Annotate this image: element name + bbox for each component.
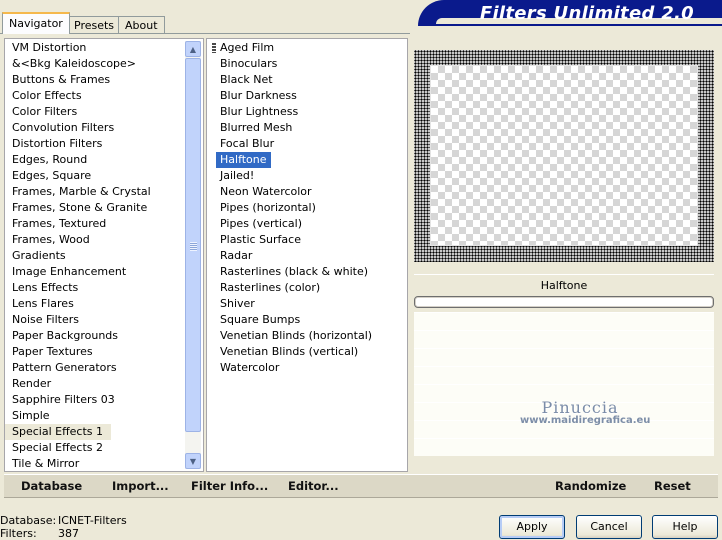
database-label: Database: [0, 514, 57, 527]
filter-item[interactable]: Blur Darkness [212, 88, 407, 104]
category-item[interactable]: Frames, Stone & Granite [5, 200, 185, 216]
filter-item[interactable]: Jailed! [212, 168, 407, 184]
category-item[interactable]: Convolution Filters [5, 120, 185, 136]
category-list[interactable]: VM Distortion &<Bkg Kaleidoscope> Buttons … [5, 39, 185, 471]
category-item[interactable]: Lens Flares [5, 296, 185, 312]
bottom-toolbar: Database Import... Filter Info... Editor… [4, 474, 718, 498]
parameter-row [414, 438, 714, 456]
status-filters: Filters: 387 [0, 527, 127, 540]
parameter-row [414, 348, 714, 366]
filter-item[interactable]: Halftone [216, 152, 271, 168]
parameter-row [414, 312, 714, 330]
watermark-url: www.maidiregrafica.eu [520, 415, 651, 426]
grip-icon [190, 242, 197, 251]
category-item[interactable]: Buttons & Frames [5, 72, 185, 88]
scrollbar-thumb[interactable] [185, 58, 201, 432]
cancel-button[interactable]: Cancel [576, 515, 642, 539]
parameter-row [414, 366, 714, 384]
tab-presets[interactable]: Presets [67, 16, 122, 34]
watermark: Pinuccia www.maidiregrafica.eu [520, 398, 651, 426]
category-item[interactable]: Color Filters [5, 104, 185, 120]
app-title: Filters Unlimited 2.0 [479, 3, 694, 24]
reset-button[interactable]: Reset [654, 479, 691, 493]
category-item[interactable]: Frames, Textured [5, 216, 185, 232]
category-item[interactable]: Frames, Marble & Crystal [5, 184, 185, 200]
filter-item[interactable]: Blur Lightness [212, 104, 407, 120]
database-button[interactable]: Database [21, 479, 82, 493]
tab-about[interactable]: About [118, 16, 165, 34]
filter-item[interactable]: Radar [212, 248, 407, 264]
category-item[interactable]: Render [5, 376, 185, 392]
filter-item[interactable]: Venetian Blinds (horizontal) [212, 328, 407, 344]
progress-bar [414, 296, 714, 308]
chevron-down-icon[interactable]: ▼ [185, 453, 201, 469]
filter-item[interactable]: Rasterlines (color) [212, 280, 407, 296]
filter-item[interactable]: Aged Film [212, 40, 407, 56]
filter-list[interactable]: Aged Film Binoculars Black Net Blur Darknes… [207, 39, 407, 471]
category-item[interactable]: Paper Backgrounds [5, 328, 185, 344]
filter-item[interactable]: Neon Watercolor [212, 184, 407, 200]
filter-item[interactable]: Pipes (horizontal) [212, 200, 407, 216]
filter-item[interactable]: Focal Blur [212, 136, 407, 152]
help-button[interactable]: Help [652, 515, 718, 539]
filter-item[interactable]: Black Net [212, 72, 407, 88]
category-item[interactable]: Paper Textures [5, 344, 185, 360]
category-item[interactable]: Simple [5, 408, 185, 424]
category-item[interactable]: Tile & Mirror [5, 456, 185, 471]
category-item[interactable]: Special Effects 1 [5, 424, 112, 440]
category-item[interactable]: Color Effects [5, 88, 185, 104]
filter-item[interactable]: Watercolor [212, 360, 407, 376]
filter-list-panel: Aged Film Binoculars Black Net Blur Darknes… [206, 38, 408, 472]
parameter-area [414, 312, 714, 472]
category-item[interactable]: Special Effects 2 [5, 440, 185, 456]
parameter-row [414, 330, 714, 348]
category-item[interactable]: Edges, Square [5, 168, 185, 184]
category-item[interactable]: Frames, Wood [5, 232, 185, 248]
category-item[interactable]: &<Bkg Kaleidoscope> [5, 56, 185, 72]
filter-item[interactable]: Venetian Blinds (vertical) [212, 344, 407, 360]
category-list-panel: VM Distortion &<Bkg Kaleidoscope> Buttons … [4, 38, 204, 472]
category-item[interactable]: Image Enhancement [5, 264, 185, 280]
title-banner: Filters Unlimited 2.0 [418, 0, 722, 26]
filter-item[interactable]: Blurred Mesh [212, 120, 407, 136]
randomize-button[interactable]: Randomize [555, 479, 626, 493]
chevron-up-icon[interactable]: ▲ [185, 41, 201, 57]
category-item[interactable]: Pattern Generators [5, 360, 185, 376]
filter-item[interactable]: Shiver [212, 296, 407, 312]
editor-button[interactable]: Editor... [288, 479, 339, 493]
category-item[interactable]: Gradients [5, 248, 185, 264]
filter-item[interactable]: Pipes (vertical) [212, 216, 407, 232]
preview-image [414, 50, 714, 262]
category-scrollbar[interactable]: ▲ ▼ [185, 41, 201, 469]
filter-item[interactable]: Rasterlines (black & white) [212, 264, 407, 280]
category-item[interactable]: Sapphire Filters 03 [5, 392, 185, 408]
category-item[interactable]: Edges, Round [5, 152, 185, 168]
category-item[interactable]: VM Distortion [5, 40, 185, 56]
filters-label: Filters: [0, 527, 37, 540]
preview-transparency [430, 65, 698, 246]
filter-item[interactable]: Square Bumps [212, 312, 407, 328]
apply-button[interactable]: Apply [499, 515, 565, 539]
current-filter-name: Halftone [414, 274, 714, 296]
filters-value: 387 [58, 527, 79, 540]
tab-navigator[interactable]: Navigator [2, 12, 70, 34]
import-button[interactable]: Import... [112, 479, 169, 493]
category-item[interactable]: Distortion Filters [5, 136, 185, 152]
filter-item[interactable]: Binoculars [212, 56, 407, 72]
filter-item[interactable]: Plastic Surface [212, 232, 407, 248]
status-database: Database: ICNET-Filters [0, 514, 127, 527]
status-info: Database: ICNET-Filters Filters: 387 [0, 514, 127, 540]
database-value: ICNET-Filters [58, 514, 127, 527]
filter-info-button[interactable]: Filter Info... [191, 479, 268, 493]
category-item[interactable]: Lens Effects [5, 280, 185, 296]
category-item[interactable]: Noise Filters [5, 312, 185, 328]
